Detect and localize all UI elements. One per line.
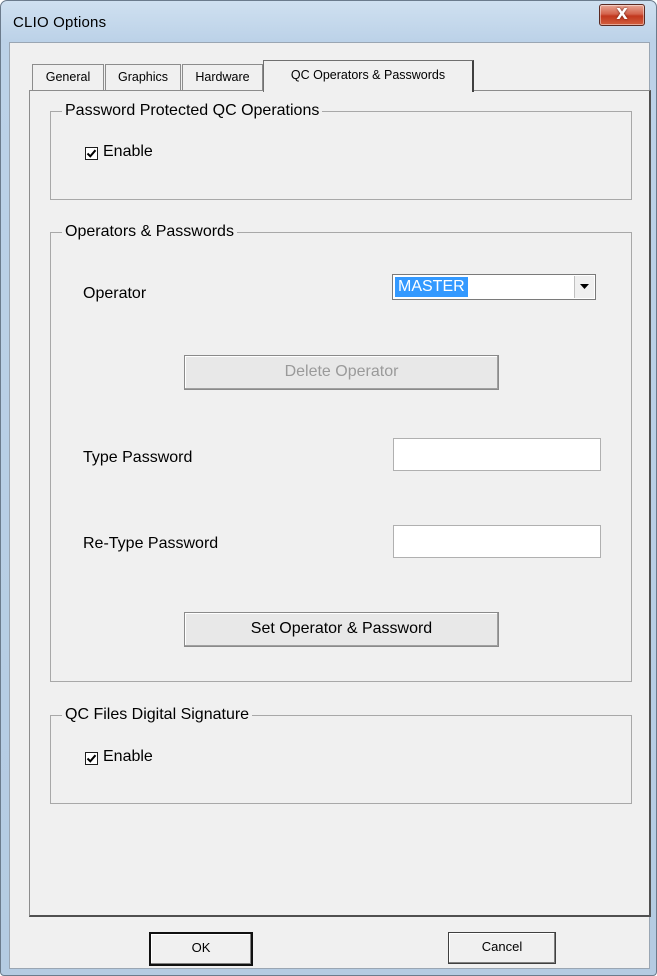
dropdown-button[interactable] <box>574 276 594 298</box>
retype-password-input[interactable] <box>393 525 601 558</box>
operator-label: Operator <box>83 285 147 302</box>
title-bar[interactable]: CLIO Options X <box>1 1 656 41</box>
digital-signature-legend: QC Files Digital Signature <box>62 705 253 725</box>
password-protected-enable-checkbox[interactable] <box>85 147 98 160</box>
tab-general[interactable]: General <box>32 64 104 90</box>
delete-operator-button[interactable]: Delete Operator <box>184 355 499 390</box>
tab-hardware[interactable]: Hardware <box>182 64 263 90</box>
checkmark-icon <box>86 754 97 763</box>
type-password-input[interactable] <box>393 438 601 471</box>
tab-qc-operators-passwords[interactable]: QC Operators & Passwords <box>263 60 474 92</box>
password-protected-enable-label[interactable]: Enable <box>103 143 153 161</box>
tab-graphics[interactable]: Graphics <box>105 64 181 90</box>
ok-button[interactable]: OK <box>149 932 253 966</box>
close-button[interactable]: X <box>599 4 645 26</box>
chevron-down-icon <box>580 284 589 289</box>
password-protected-group: Password Protected QC Operations Enable <box>50 101 632 200</box>
digital-signature-group: QC Files Digital Signature Enable <box>50 705 632 804</box>
type-password-label: Type Password <box>83 449 193 466</box>
checkmark-icon <box>86 149 97 158</box>
retype-password-label: Re-Type Password <box>83 535 219 552</box>
close-icon: X <box>616 5 628 23</box>
digital-signature-enable-label[interactable]: Enable <box>103 748 153 766</box>
cancel-button[interactable]: Cancel <box>448 932 556 964</box>
operators-passwords-group: Operators & Passwords Operator MASTER De… <box>50 222 632 682</box>
password-protected-legend: Password Protected QC Operations <box>62 101 323 121</box>
operator-select-value: MASTER <box>395 277 468 297</box>
tab-panel: Password Protected QC Operations Enable … <box>29 90 651 917</box>
dialog-client-area: General Graphics Hardware QC Operators &… <box>9 42 651 969</box>
window-title: CLIO Options <box>13 14 107 31</box>
dialog-window: CLIO Options X General Graphics Hardware… <box>0 0 657 976</box>
operators-passwords-legend: Operators & Passwords <box>62 222 237 242</box>
digital-signature-enable-checkbox[interactable] <box>85 752 98 765</box>
operator-select[interactable]: MASTER <box>392 274 596 300</box>
set-operator-password-button[interactable]: Set Operator & Password <box>184 612 499 647</box>
